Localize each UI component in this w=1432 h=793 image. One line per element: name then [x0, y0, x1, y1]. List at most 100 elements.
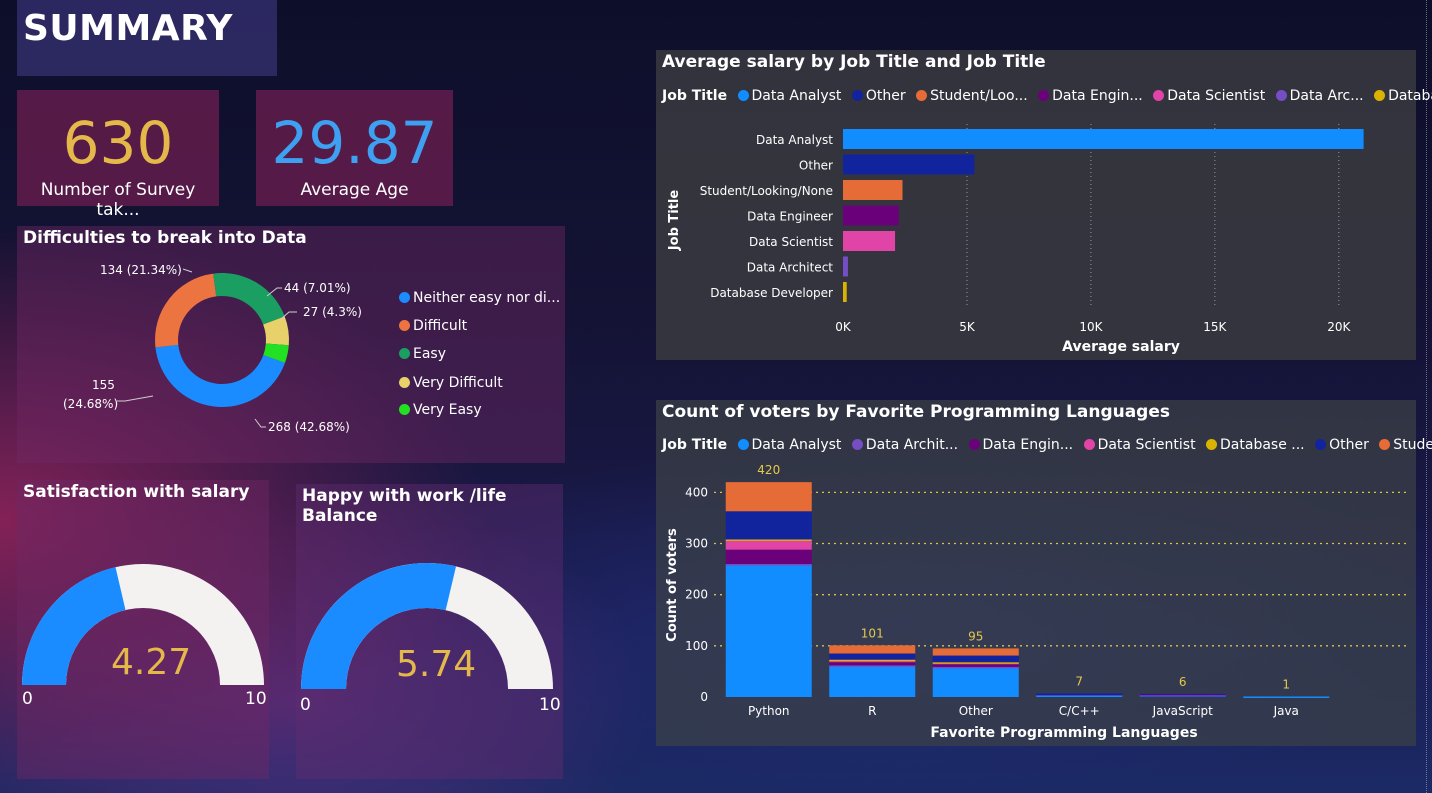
- voters-stacked-bar-chart: Count of voters Favorite Programming Lan…: [665, 463, 1408, 741]
- summary-header: SUMMARY: [17, 0, 277, 76]
- salary-bar[interactable]: [843, 129, 1364, 149]
- salary-y-tick: Data Analyst: [756, 133, 833, 147]
- salary-gauge-max: 10: [245, 689, 267, 709]
- voters-bar-segment[interactable]: [725, 539, 812, 541]
- legend-item-very-easy[interactable]: Very Easy: [399, 402, 482, 418]
- legend-label: Neither easy nor di...: [413, 290, 561, 306]
- voters-total-label: 420: [757, 463, 780, 477]
- survey-count-card[interactable]: 630 Number of Survey tak...: [17, 90, 219, 220]
- salary-gauge-min: 0: [22, 689, 33, 709]
- legend-dot: [399, 404, 410, 415]
- salary-y-tick: Database Developer: [710, 286, 833, 300]
- voters-total-label: 1: [1282, 677, 1290, 691]
- page-divider: [1426, 0, 1427, 793]
- average-age-value: 29.87: [271, 109, 438, 177]
- salary-bar[interactable]: [843, 282, 847, 302]
- salary-x-axis-title: Average salary: [1062, 339, 1180, 355]
- slice-label-easy: 134 (21.34%): [100, 263, 182, 277]
- survey-count-value: 630: [62, 109, 174, 177]
- legend-label: Very Difficult: [413, 375, 503, 391]
- voters-total-label: 95: [968, 629, 983, 643]
- salary-bar-chart: Job Title Average salary 0K 5K 10K 15K 20K Da…: [667, 124, 1364, 355]
- voters-bar-segment[interactable]: [725, 511, 812, 540]
- voters-y-tick: 200: [685, 588, 708, 602]
- voters-bar-segment[interactable]: [1243, 696, 1330, 698]
- voters-bar-segment[interactable]: [932, 648, 1019, 656]
- leader-line: [254, 418, 266, 428]
- slice-label-very-easy: 27 (4.3%): [303, 305, 362, 319]
- voters-y-tick: 100: [685, 639, 708, 653]
- voters-x-tick: JavaScript: [1152, 704, 1213, 718]
- voters-bar-segment[interactable]: [829, 645, 916, 654]
- voters-x-tick: Other: [959, 704, 993, 718]
- voters-x-tick: Java: [1273, 704, 1299, 718]
- voters-bar-segment[interactable]: [725, 563, 812, 566]
- voters-bar-segment[interactable]: [932, 655, 1019, 663]
- voters-x-tick: Python: [748, 704, 790, 718]
- work-life-balance-card[interactable]: Happy with work /life Balance 5.74 0 10: [296, 484, 563, 779]
- voters-bar-segment[interactable]: [932, 666, 1019, 669]
- voters-total-label: 7: [1075, 674, 1083, 688]
- salary-y-tick: Student/Looking/None: [700, 184, 833, 198]
- balance-gauge-value: 5.74: [396, 644, 477, 685]
- voters-bar-segment[interactable]: [932, 667, 1019, 697]
- voters-bar-segment[interactable]: [829, 653, 916, 660]
- voters-bar-segment[interactable]: [829, 659, 916, 662]
- salary-y-tick: Data Engineer: [747, 210, 833, 224]
- voters-bar-segment[interactable]: [829, 662, 916, 666]
- salary-chart-card[interactable]: Average salary by Job Title and Job Titl…: [656, 50, 1432, 360]
- salary-x-tick: 20K: [1327, 320, 1351, 334]
- salary-y-tick: Other: [799, 159, 833, 173]
- average-age-card[interactable]: 29.87 Average Age: [256, 90, 453, 206]
- salary-x-tick: 0K: [835, 320, 852, 334]
- salary-bar[interactable]: [843, 154, 975, 175]
- legend-dot: [399, 292, 410, 303]
- difficulty-donut-card[interactable]: Difficulties to break into Data 134 (21.…: [17, 226, 565, 463]
- slice-difficult[interactable]: [155, 273, 217, 348]
- salary-bar[interactable]: [843, 231, 896, 251]
- voters-total-label: 101: [861, 626, 884, 640]
- difficulty-donut-chart: 134 (21.34%) 44 (7.01%) 27 (4.3%) 155 (2…: [63, 263, 362, 434]
- slice-easy[interactable]: [213, 273, 285, 325]
- survey-count-label: Number of Survey tak...: [40, 180, 196, 220]
- slice-label-neither: 268 (42.68%): [268, 420, 350, 434]
- voters-bar-segment[interactable]: [932, 664, 1019, 667]
- voters-bar-segment[interactable]: [1139, 693, 1226, 696]
- voters-x-axis-title: Favorite Programming Languages: [930, 725, 1197, 741]
- salary-y-tick: Data Architect: [747, 261, 834, 275]
- legend-item-easy[interactable]: Easy: [399, 346, 446, 362]
- voters-bar-segment[interactable]: [829, 665, 916, 697]
- voters-total-label: 6: [1179, 675, 1187, 689]
- voters-bar-segment[interactable]: [725, 549, 812, 564]
- legend-item-neither[interactable]: Neither easy nor di...: [399, 290, 560, 306]
- salary-y-tick: Data Scientist: [749, 235, 833, 249]
- leader-line: [266, 287, 282, 297]
- voters-chart-card[interactable]: Count of voters by Favorite Programming …: [656, 400, 1432, 746]
- salary-bar[interactable]: [843, 180, 903, 200]
- slice-label-difficult-pct: (24.68%): [63, 397, 118, 411]
- voters-y-tick: 0: [700, 690, 708, 704]
- voters-bar-segment[interactable]: [725, 540, 812, 550]
- salary-bar[interactable]: [843, 256, 848, 277]
- salary-x-tick: 15K: [1203, 320, 1227, 334]
- voters-bar-segment[interactable]: [932, 662, 1019, 664]
- legend-label: Difficult: [413, 318, 468, 334]
- balance-gauge-min: 0: [300, 695, 311, 715]
- voters-x-tick: C/C++: [1059, 704, 1100, 718]
- voters-bar-segment[interactable]: [1036, 693, 1123, 695]
- gauge-fill: [22, 567, 126, 685]
- voters-bar-segment[interactable]: [725, 565, 812, 697]
- legend-dot: [399, 348, 410, 359]
- slice-label-difficult-count: 155: [92, 378, 115, 392]
- voters-bar-segment[interactable]: [829, 665, 916, 667]
- salary-x-tick: 10K: [1079, 320, 1103, 334]
- salary-satisfaction-card[interactable]: Satisfaction with salary 4.27 0 10: [17, 480, 269, 779]
- voters-bar-segment[interactable]: [725, 482, 812, 512]
- legend-item-very-difficult[interactable]: Very Difficult: [399, 375, 503, 391]
- legend-dot: [399, 320, 410, 331]
- leader-line: [117, 395, 154, 402]
- legend-item-difficult[interactable]: Difficult: [399, 318, 467, 334]
- salary-bar[interactable]: [843, 205, 899, 226]
- salary-y-axis-title: Job Title: [667, 190, 682, 252]
- page-title: SUMMARY: [23, 8, 233, 49]
